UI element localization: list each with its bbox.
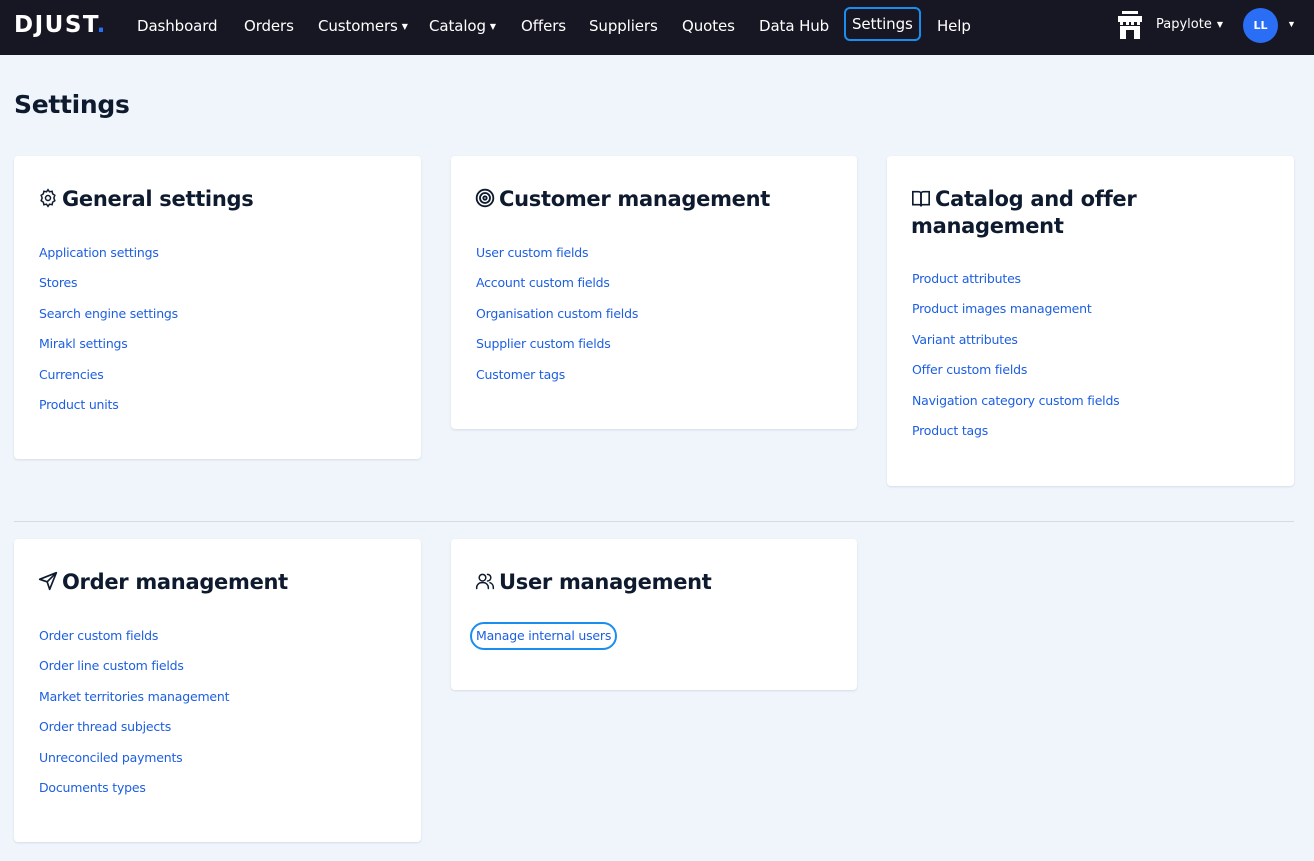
card-title-text: Catalog and offer management [911, 187, 1137, 238]
link-market-territories-management[interactable]: Market territories management [39, 689, 230, 719]
link-mirakl-settings[interactable]: Mirakl settings [39, 336, 178, 366]
store-name: Papylote [1156, 17, 1212, 32]
link-unreconciled-payments[interactable]: Unreconciled payments [39, 750, 229, 780]
nav-data-hub[interactable]: Data Hub [758, 14, 830, 42]
djust-logo[interactable]: DJUST. [14, 12, 107, 38]
chevron-down-icon: ▼ [401, 22, 408, 31]
top-navigation-bar: DJUST. Dashboard Orders Customers ▼ Catal… [0, 0, 1314, 55]
link-list: Manage internal users [470, 622, 618, 650]
page-title: Settings [14, 90, 130, 119]
nav-label: Catalog [429, 17, 486, 35]
link-currencies[interactable]: Currencies [39, 367, 178, 397]
link-search-engine-settings[interactable]: Search engine settings [39, 306, 178, 336]
link-list: Application settings Stores Search engin… [39, 245, 178, 427]
link-variant-attributes[interactable]: Variant attributes [912, 332, 1120, 362]
section-divider [14, 521, 1294, 522]
card-title: Order management [38, 569, 397, 596]
link-order-line-custom-fields[interactable]: Order line custom fields [39, 658, 229, 688]
user-menu-chevron-icon[interactable]: ▼ [1287, 19, 1296, 29]
card-order-management: Order management Order custom fields Ord… [14, 539, 421, 842]
nav-label: Customers [318, 17, 398, 35]
card-title: General settings [38, 186, 397, 213]
link-application-settings[interactable]: Application settings [39, 245, 178, 275]
nav-customers[interactable]: Customers ▼ [317, 14, 409, 42]
link-manage-internal-users[interactable]: Manage internal users [470, 622, 618, 650]
store-icon [1118, 11, 1142, 39]
nav-label: Settings [852, 15, 913, 33]
chevron-down-icon: ▼ [489, 22, 496, 31]
link-product-units[interactable]: Product units [39, 397, 178, 427]
link-list: Product attributes Product images manage… [912, 271, 1120, 453]
nav-suppliers[interactable]: Suppliers [588, 14, 659, 42]
nav-label: Data Hub [759, 17, 830, 35]
chevron-down-icon: ▼ [1216, 20, 1223, 29]
link-list: Order custom fields Order line custom fi… [39, 628, 230, 810]
card-title-text: Order management [62, 570, 288, 594]
card-title-text: General settings [62, 187, 254, 211]
nav-settings[interactable]: Settings [844, 7, 921, 41]
target-icon [475, 188, 495, 208]
store-selector[interactable]: Papylote ▼ [1156, 17, 1223, 32]
card-title-text: Customer management [499, 187, 770, 211]
user-avatar[interactable]: LL [1243, 8, 1278, 43]
link-product-attributes[interactable]: Product attributes [912, 271, 1120, 301]
nav-label: Suppliers [589, 17, 658, 35]
link-account-custom-fields[interactable]: Account custom fields [476, 275, 638, 305]
nav-label: Dashboard [137, 17, 218, 35]
card-customer-management: Customer management User custom fields A… [451, 156, 857, 429]
card-catalog-offer-management: Catalog and offer management Product att… [887, 156, 1294, 486]
link-organisation-custom-fields[interactable]: Organisation custom fields [476, 306, 638, 336]
link-documents-types[interactable]: Documents types [39, 780, 229, 810]
logo-text: DJUST [14, 12, 97, 38]
nav-offers[interactable]: Offers [520, 14, 567, 42]
link-product-tags[interactable]: Product tags [912, 423, 1120, 453]
link-user-custom-fields[interactable]: User custom fields [476, 245, 638, 275]
book-icon [912, 190, 930, 207]
link-customer-tags[interactable]: Customer tags [476, 367, 638, 397]
nav-label: Orders [244, 17, 294, 35]
logo-dot: . [96, 12, 107, 38]
card-title-text: User management [499, 570, 712, 594]
nav-label: Offers [521, 17, 566, 35]
card-user-management: User management Manage internal users [451, 539, 857, 690]
nav-label: Quotes [682, 17, 735, 35]
link-supplier-custom-fields[interactable]: Supplier custom fields [476, 336, 638, 366]
link-list: User custom fields Account custom fields… [476, 245, 638, 397]
gear-icon [40, 188, 56, 208]
link-offer-custom-fields[interactable]: Offer custom fields [912, 362, 1120, 392]
send-icon [38, 571, 58, 591]
users-icon [475, 573, 495, 590]
card-title: Customer management [475, 186, 833, 213]
card-title: User management [475, 569, 833, 596]
nav-orders[interactable]: Orders [243, 14, 295, 42]
nav-label: Help [937, 17, 971, 35]
card-general-settings: General settings Application settings St… [14, 156, 421, 459]
link-order-custom-fields[interactable]: Order custom fields [39, 628, 229, 658]
card-title: Catalog and offer management [911, 186, 1174, 240]
nav-help[interactable]: Help [936, 14, 972, 42]
link-navigation-category-custom-fields[interactable]: Navigation category custom fields [912, 393, 1120, 423]
link-order-thread-subjects[interactable]: Order thread subjects [39, 719, 229, 749]
nav-catalog[interactable]: Catalog ▼ [428, 14, 497, 42]
link-stores[interactable]: Stores [39, 275, 178, 305]
link-product-images-management[interactable]: Product images management [912, 301, 1120, 331]
nav-dashboard[interactable]: Dashboard [136, 14, 218, 42]
nav-quotes[interactable]: Quotes [681, 14, 736, 42]
